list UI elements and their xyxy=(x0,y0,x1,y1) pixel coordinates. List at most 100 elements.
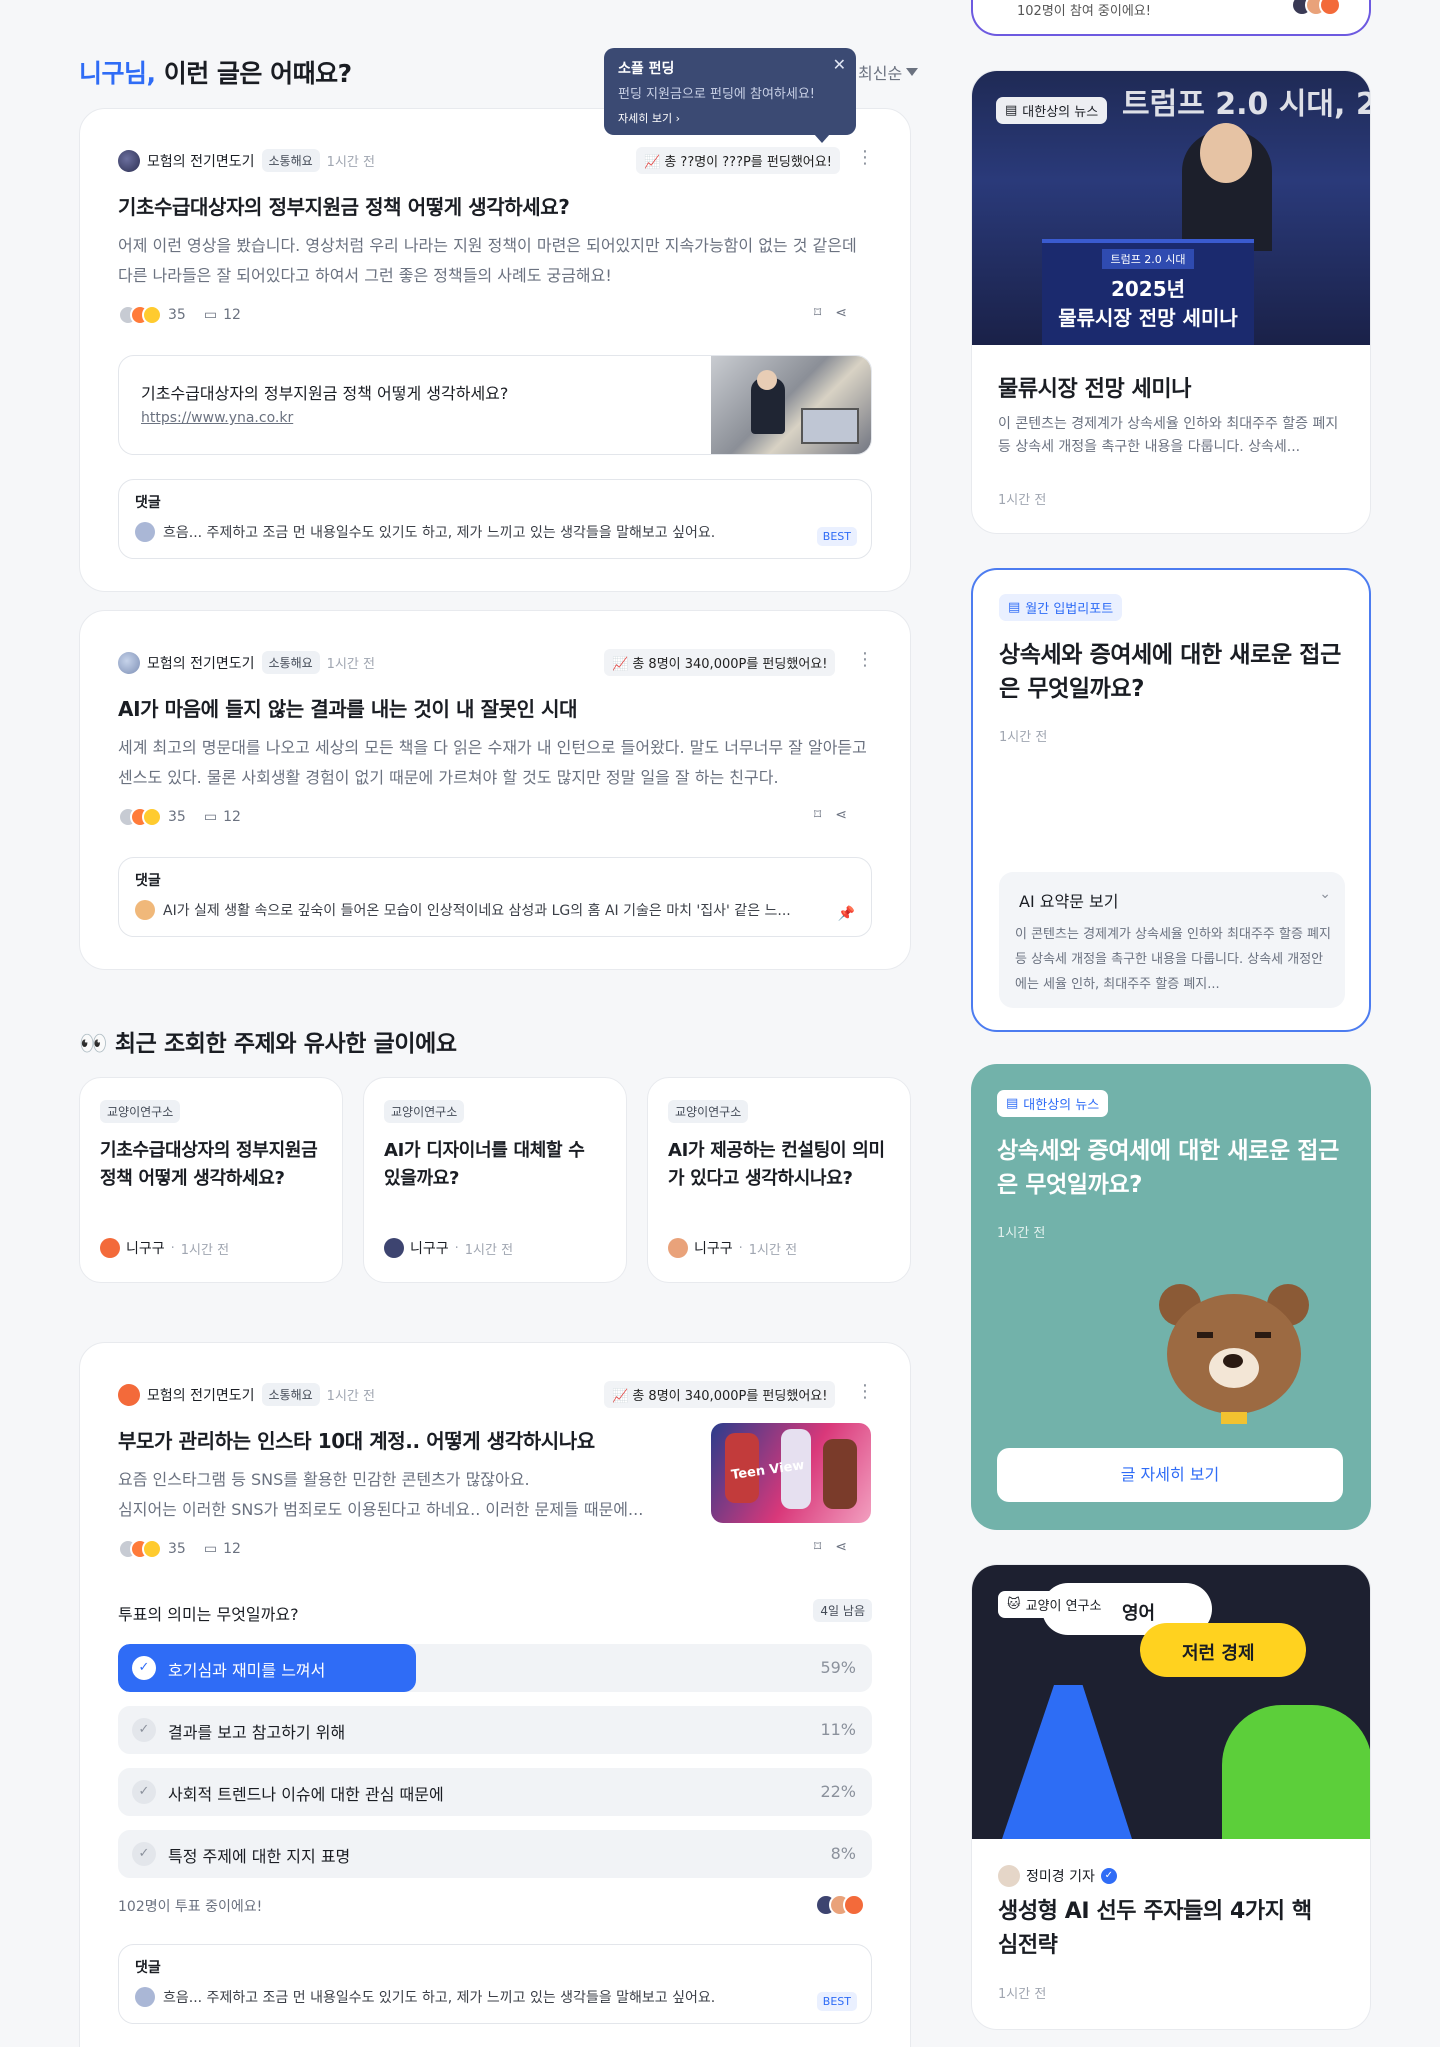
feed-title: 니구님, 이런 글은 어때요? xyxy=(79,54,352,90)
reaction-count: 35 xyxy=(168,307,186,323)
article-title: 생성형 AI 선두 주자들의 4가지 핵심전략 xyxy=(998,1899,1312,1958)
poll-option-percent: 22% xyxy=(820,1782,856,1801)
similar-post-card[interactable]: 교양이연구소 AI가 디자이너를 대체할 수 있을까요? 니구구 · 1시간 전 xyxy=(363,1077,627,1283)
post-card[interactable]: 모험의 전기면도기 소통해요 1시간 전 📈 총 8명이 340,000P를 펀… xyxy=(79,610,911,970)
verified-icon: ✓ xyxy=(1100,1868,1117,1884)
source-badge: ▤ 대한상의 뉴스 xyxy=(996,97,1108,124)
more-icon[interactable]: ⋮ xyxy=(856,1381,874,1402)
poll-option[interactable]: ✓ 결과를 보고 참고하기 위해 11% xyxy=(118,1706,872,1754)
author-name[interactable]: 모험의 전기면도기 xyxy=(147,1385,255,1405)
article-card[interactable]: 영어 저런 경제 🐱 교양이 연구소 정미경 기자 ✓ 생성형 AI 선두 주자들… xyxy=(971,1564,1371,2030)
author-name: 니구구 xyxy=(694,1241,733,1257)
check-icon: ✓ xyxy=(132,1718,156,1742)
close-icon[interactable]: ✕ xyxy=(833,55,846,74)
post-thumbnail[interactable]: Teen View xyxy=(711,1423,871,1523)
best-comment[interactable]: 댓글 흐음... 주제하고 조금 먼 내용일수도 있기도 하고, 제가 느끼고 … xyxy=(118,1944,872,2024)
news-icon: ▤ xyxy=(1005,103,1018,118)
comment-header: 댓글 xyxy=(135,873,161,889)
report-icon: ▤ xyxy=(1008,600,1021,615)
poll-option-label: 사회적 트렌드나 이슈에 대한 관심 때문에 xyxy=(168,1785,444,1804)
cat-icon: 🐱 xyxy=(1007,1597,1021,1612)
poll-option-percent: 11% xyxy=(820,1720,856,1739)
comment-preview[interactable]: 댓글 AI가 실제 생활 속으로 깊숙이 들어온 모습이 인상적이네요 삼성과 … xyxy=(118,857,872,937)
comment-count: 12 xyxy=(223,1541,241,1557)
funding-badge: 📈 총 8명이 340,000P를 펀딩했어요! xyxy=(604,1381,836,1408)
author-name[interactable]: 모험의 전기면도기 xyxy=(147,653,255,673)
comment-icon: ▭ xyxy=(203,307,218,323)
read-more-button[interactable]: 글 자세히 보기 xyxy=(997,1448,1343,1502)
post-time: 1시간 전 xyxy=(748,1242,798,1258)
article-time: 1시간 전 xyxy=(998,1987,1047,2002)
poll-option[interactable]: ✓ 사회적 트렌드나 이슈에 대한 관심 때문에 22% xyxy=(118,1768,872,1816)
pin-icon[interactable]: 📌 xyxy=(838,906,855,922)
category-tag: 교양이연구소 xyxy=(384,1100,465,1123)
ai-summary-box[interactable]: AI 요약문 보기 ⌄ 이 콘텐츠는 경제계가 상속세율 인하와 최대주주 할증… xyxy=(999,872,1345,1008)
poll-option[interactable]: ✓ 특정 주제에 대한 지지 표명 8% xyxy=(118,1830,872,1878)
similar-section-title: 👀 최근 조회한 주제와 유사한 글이에요 xyxy=(79,1024,457,1058)
post-card[interactable]: 모험의 전기면도기 소통해요 1시간 전 📈 총 8명이 340,000P를 펀… xyxy=(79,1342,911,2047)
poll-option-percent: 8% xyxy=(830,1844,856,1863)
post-stats: 35 ▭ 12 xyxy=(118,807,241,827)
bookmark-icon[interactable]: ⌑ xyxy=(814,305,821,321)
funding-badge: 📈 총 8명이 340,000P를 펀딩했어요! xyxy=(604,649,836,676)
share-icon[interactable]: ⋖ xyxy=(835,1539,847,1555)
read-more-label: 글 자세히 보기 xyxy=(1120,1465,1220,1484)
post-card[interactable]: 모험의 전기면도기 소통해요 1시간 전 📈 총 ??명이 ???P를 펀딩했어… xyxy=(79,108,911,592)
sort-dropdown[interactable]: 최신순 xyxy=(858,60,919,84)
source-badge: 🐱 교양이 연구소 xyxy=(998,1591,1111,1618)
report-title: 상속세와 증여세에 대한 새로운 접근은 무엇일까요? xyxy=(999,642,1341,702)
bubble-text-2: 저런 경제 xyxy=(1182,1643,1255,1664)
poll-option-percent: 59% xyxy=(820,1658,856,1677)
similar-post-card[interactable]: 교양이연구소 기초수급대상자의 정부지원금 정책 어떻게 생각하세요? 니구구 ·… xyxy=(79,1077,343,1283)
similar-title-text: 최근 조회한 주제와 유사한 글이에요 xyxy=(114,1031,457,1057)
category-tag[interactable]: 소통해요 xyxy=(261,651,320,674)
poll-participants: 102명이 투표 중이에요! xyxy=(118,1899,263,1915)
comment-icon: ▭ xyxy=(203,1541,218,1557)
post-stats: 35 ▭ 12 xyxy=(118,1539,241,1559)
chevron-down-icon[interactable]: ⌄ xyxy=(1319,886,1331,902)
poll-question: 투표의 의미는 무엇일까요? xyxy=(118,1605,299,1624)
author-name: 정미경 기자 xyxy=(1026,1869,1095,1885)
bookmark-icon[interactable]: ⌑ xyxy=(814,807,821,823)
featured-time: 1시간 전 xyxy=(997,1226,1046,1241)
share-icon[interactable]: ⋖ xyxy=(835,305,847,321)
tooltip-more-link[interactable]: 자세히 보기 › xyxy=(618,110,842,126)
featured-card[interactable]: ▤ 대한상의 뉴스 상속세와 증여세에 대한 새로운 접근은 무엇일까요? 1시간… xyxy=(971,1064,1371,1530)
funding-badge: 📈 총 ??명이 ???P를 펀딩했어요! xyxy=(636,147,840,174)
post-title[interactable]: 부모가 관리하는 인스타 10대 계정.. 어떻게 생각하시나요 xyxy=(118,1425,595,1454)
category-tag[interactable]: 소통해요 xyxy=(261,149,320,172)
post-body: 세계 최고의 명문대를 나오고 세상의 모든 책을 다 읽은 수재가 내 인턴으… xyxy=(118,738,867,787)
report-card[interactable]: ▤ 월간 입법리포트 상속세와 증여세에 대한 새로운 접근은 무엇일까요? 1시… xyxy=(971,568,1371,1032)
share-icon[interactable]: ⋖ xyxy=(835,807,847,823)
best-comment[interactable]: 댓글 흐음... 주제하고 조금 먼 내용일수도 있기도 하고, 제가 느끼고 … xyxy=(118,479,872,559)
author-name[interactable]: 모험의 전기면도기 xyxy=(147,151,255,171)
check-icon: ✓ xyxy=(132,1780,156,1804)
news-title: 물류시장 전망 세미나 xyxy=(998,377,1192,402)
poll-option-label: 특정 주제에 대한 지지 표명 xyxy=(168,1847,351,1866)
link-url[interactable]: https://www.yna.co.kr xyxy=(141,410,293,426)
participant-avatars xyxy=(1291,0,1341,16)
post-title[interactable]: AI가 마음에 들지 않는 결과를 내는 것이 내 잘못인 시대 xyxy=(118,693,578,722)
post-title[interactable]: 기초수급대상자의 정부지원금 정책 어떻게 생각하세요? xyxy=(118,191,570,220)
funding-text: 총 8명이 340,000P를 펀딩했어요! xyxy=(632,1389,828,1404)
news-card[interactable]: 트럼프 2.0 시대, 2025 트럼프 2.0 시대 2025년 물류시장 전… xyxy=(971,70,1371,534)
category-tag: 교양이연구소 xyxy=(668,1100,749,1123)
participant-avatars xyxy=(815,1894,865,1916)
article-byline: 정미경 기자 ✓ xyxy=(998,1865,1117,1887)
poll-remaining: 4일 남음 xyxy=(813,1599,872,1622)
sort-label: 최신순 xyxy=(858,64,903,83)
post-meta: 모험의 전기면도기 소통해요 1시간 전 xyxy=(118,1383,375,1406)
bookmark-icon[interactable]: ⌑ xyxy=(814,1539,821,1555)
poll-option[interactable]: ✓ 호기심과 재미를 느껴서 59% xyxy=(118,1644,872,1692)
post-body: 어제 이런 영상을 봤습니다. 영상처럼 우리 나라는 지원 정책이 마련은 되… xyxy=(118,236,857,285)
category-tag[interactable]: 소통해요 xyxy=(261,1383,320,1406)
more-icon[interactable]: ⋮ xyxy=(856,649,874,670)
source-badge: ▤ 월간 입법리포트 xyxy=(999,594,1123,621)
previous-card-stub: 102명이 참여 중이에요! xyxy=(971,0,1371,36)
similar-post-card[interactable]: 교양이연구소 AI가 제공하는 컨설팅이 의미가 있다고 생각하시나요? 니구구… xyxy=(647,1077,911,1283)
poll-option-label: 호기심과 재미를 느껴서 xyxy=(168,1661,326,1680)
more-icon[interactable]: ⋮ xyxy=(856,147,874,168)
commenter-avatar xyxy=(135,1987,155,2007)
link-preview[interactable]: 기초수급대상자의 정부지원금 정책 어떻게 생각하세요? https://www… xyxy=(118,355,872,455)
source-badge-label: 교양이 연구소 xyxy=(1025,1599,1102,1614)
